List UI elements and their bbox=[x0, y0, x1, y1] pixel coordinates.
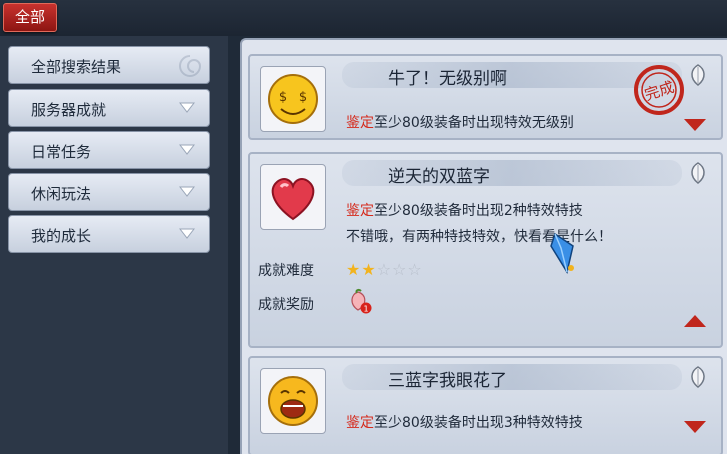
completed-stamp-text: 完成 bbox=[642, 78, 676, 104]
sidebar-item-leisure[interactable]: 休闲玩法 bbox=[8, 173, 210, 211]
category-tag: 鉴定 bbox=[346, 115, 374, 131]
difficulty-label: 成就难度 bbox=[258, 263, 314, 279]
collapse-arrow-icon[interactable] bbox=[683, 314, 707, 328]
laughing-face-icon bbox=[268, 376, 318, 426]
sidebar-item-my-growth[interactable]: 我的成长 bbox=[8, 215, 210, 253]
description-text: 至少80级装备时出现2种特效特技 bbox=[374, 203, 583, 219]
achievement-icon-frame: $ $ bbox=[260, 66, 326, 132]
achievement-card[interactable]: 三蓝字我眼花了 鉴定至少80级装备时出现3种特效特技 bbox=[248, 356, 723, 454]
achievement-description: 鉴定至少80级装备时出现2种特效特技 bbox=[346, 200, 583, 220]
peach-seed-icon bbox=[691, 366, 705, 388]
category-sidebar: 全部搜索结果 服务器成就 日常任务 休闲玩法 我的成长 bbox=[0, 36, 228, 454]
money-smiley-icon: $ $ bbox=[268, 74, 318, 124]
achievement-title: 牛了！无级别啊 bbox=[388, 69, 507, 89]
achievement-card-expanded[interactable]: 逆天的双蓝字 鉴定至少80级装备时出现2种特效特技 不错哦，有两种特技特效，快看… bbox=[248, 152, 723, 348]
sidebar-item-all-results[interactable]: 全部搜索结果 bbox=[8, 46, 210, 84]
achievement-title: 逆天的双蓝字 bbox=[388, 167, 490, 187]
star-filled-icon: ★ bbox=[346, 260, 362, 279]
star-filled-icon: ★ bbox=[361, 260, 377, 279]
star-empty-icon: ☆ bbox=[407, 260, 423, 279]
sidebar-item-server-achievements[interactable]: 服务器成就 bbox=[8, 89, 210, 127]
achievement-card[interactable]: $ $ 牛了！无级别啊 鉴定至少80级装备时出现特效无级别 完成 bbox=[248, 54, 723, 140]
sidebar-item-label: 全部搜索结果 bbox=[31, 58, 122, 76]
chevron-down-icon bbox=[179, 144, 195, 155]
difficulty-stars: ★★☆☆☆ bbox=[346, 260, 423, 279]
description-text: 至少80级装备时出现3种特效特技 bbox=[374, 415, 583, 431]
heart-icon bbox=[271, 178, 315, 221]
sidebar-item-label: 日常任务 bbox=[31, 143, 92, 161]
chevron-down-icon bbox=[179, 102, 195, 113]
chevron-down-icon bbox=[179, 186, 195, 197]
svg-text:$: $ bbox=[299, 90, 307, 105]
sidebar-item-daily-tasks[interactable]: 日常任务 bbox=[8, 131, 210, 169]
sidebar-item-label: 服务器成就 bbox=[31, 101, 107, 119]
achievement-icon-frame bbox=[260, 164, 326, 230]
star-empty-icon: ☆ bbox=[392, 260, 408, 279]
reward-label: 成就奖励 bbox=[258, 297, 314, 313]
peach-reward-icon[interactable]: 1 bbox=[346, 288, 372, 314]
peach-seed-icon bbox=[691, 64, 705, 86]
category-tag: 鉴定 bbox=[346, 415, 374, 431]
category-tag: 鉴定 bbox=[346, 203, 374, 219]
blue-gem-icon bbox=[550, 232, 574, 274]
svg-text:$: $ bbox=[279, 90, 287, 105]
achievement-title: 三蓝字我眼花了 bbox=[388, 371, 507, 391]
description-text: 至少80级装备时出现特效无级别 bbox=[374, 115, 574, 131]
achievement-description: 鉴定至少80级装备时出现3种特效特技 bbox=[346, 412, 583, 432]
expand-arrow-icon[interactable] bbox=[683, 118, 707, 132]
completed-stamp-icon: 完成 bbox=[634, 65, 684, 115]
achievement-description: 鉴定至少80级装备时出现特效无级别 bbox=[346, 112, 574, 132]
peach-seed-icon bbox=[691, 162, 705, 184]
top-bar: 全部 bbox=[0, 0, 727, 36]
expand-arrow-icon[interactable] bbox=[683, 420, 707, 434]
tab-all[interactable]: 全部 bbox=[3, 3, 57, 32]
sidebar-item-label: 休闲玩法 bbox=[31, 185, 92, 203]
star-empty-icon: ☆ bbox=[376, 260, 393, 279]
reward-count: 1 bbox=[363, 305, 368, 314]
sidebar-item-label: 我的成长 bbox=[31, 227, 92, 245]
swirl-decoration-icon bbox=[179, 55, 202, 77]
chevron-down-icon bbox=[179, 228, 195, 239]
achievement-list[interactable]: $ $ 牛了！无级别啊 鉴定至少80级装备时出现特效无级别 完成 逆天的双蓝字 bbox=[240, 38, 727, 454]
achievement-icon-frame bbox=[260, 368, 326, 434]
